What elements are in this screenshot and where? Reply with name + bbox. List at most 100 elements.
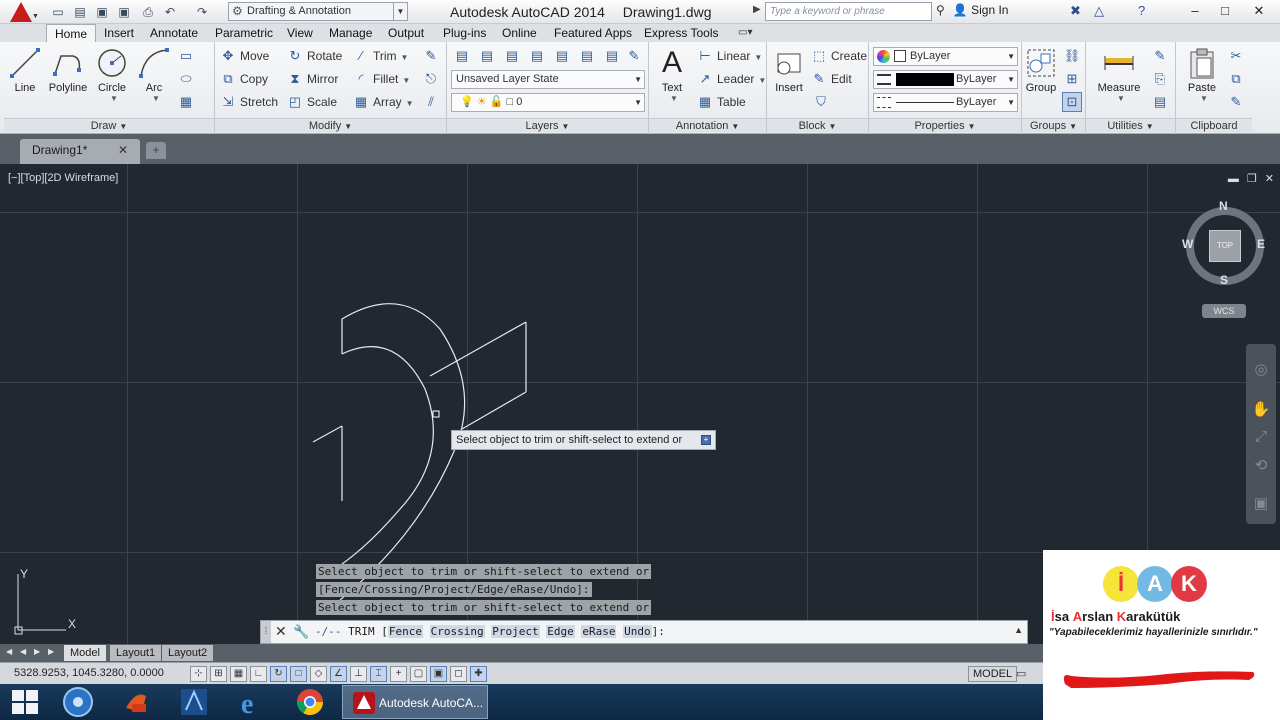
layers-panel-title[interactable]: Layers ▼ [447,118,648,132]
snap-mode-icon[interactable]: ⊞ [210,666,227,682]
select-all-icon[interactable]: ⎘ [1150,69,1170,89]
annotation-monitor-icon[interactable]: ✚ [470,666,487,682]
layer-walk-icon[interactable]: ✎ [624,46,644,66]
linear-dimension-button[interactable]: ⊢ Linear ▼ [697,47,762,65]
line-button[interactable]: Line [8,46,42,94]
circle-button[interactable]: Circle ▼ [94,46,130,103]
tab-plug-ins[interactable]: Plug-ins [443,24,486,42]
option-crossing[interactable]: Crossing [429,625,485,638]
drag-grip-icon[interactable]: ⁞ [261,621,271,643]
annotation-panel-title[interactable]: Annotation ▼ [649,118,766,132]
compass-west[interactable]: W [1182,237,1193,251]
layer-freeze-icon[interactable]: ▤ [527,46,547,66]
groups-panel-title[interactable]: Groups ▼ [1022,118,1085,132]
close-button[interactable]: ✕ [1244,0,1274,22]
option-undo[interactable]: Undo [623,625,652,638]
tab-parametric[interactable]: Parametric [215,24,273,42]
grid-display-icon[interactable]: ▦ [230,666,247,682]
text-button[interactable]: A Text ▼ [655,46,689,103]
lineweight-dropdown[interactable]: ByLayer ▼ [873,70,1018,89]
help-icon[interactable]: ? [1138,3,1145,18]
paste-button[interactable]: Paste ▼ [1182,46,1222,103]
coordinates-display[interactable]: 5328.9253, 1045.3280, 0.0000 [14,667,164,679]
scale-button[interactable]: ◰ Scale [287,93,337,111]
tab-featured-apps[interactable]: Featured Apps [554,24,632,42]
maximize-button[interactable]: □ [1210,0,1240,22]
draw-panel-title[interactable]: Draw ▼ [4,118,214,132]
next-layout-icon[interactable]: ▶ [34,647,40,656]
lineweight-toggle-icon[interactable]: + [390,666,407,682]
linetype-dropdown[interactable]: ByLayer ▼ [873,93,1018,112]
measure-button[interactable]: Measure ▼ [1092,46,1146,103]
group-selection-icon[interactable]: ⊡ [1062,92,1082,112]
transparency-icon[interactable]: ▢ [410,666,427,682]
explode-icon[interactable]: ⎋ [421,69,441,89]
move-button[interactable]: ✥ Move [220,47,270,65]
option-fence[interactable]: Fence [387,625,423,638]
option-erase[interactable]: eRase [581,625,617,638]
compass-south[interactable]: S [1220,273,1228,287]
new-file-icon[interactable]: ▭ [50,4,66,20]
layer-properties-icon[interactable]: ▤ [452,46,472,66]
wcs-menu-button[interactable]: WCS [1202,304,1246,318]
dynamic-input-icon[interactable]: ⌶ [370,666,387,682]
3d-object-snap-icon[interactable]: ◇ [310,666,327,682]
layer-isolate-icon[interactable]: ▤ [502,46,522,66]
quick-select-icon[interactable]: ✎ [1150,46,1170,66]
copy-button[interactable]: ⧉ Copy [220,70,268,88]
ungroup-icon[interactable]: ⛓ [1062,46,1082,66]
redo-icon[interactable]: ↷ [194,4,210,20]
drawing-tab[interactable]: Drawing1* ✕ [20,139,140,164]
undo-icon[interactable]: ↶ [162,4,178,20]
plus-icon[interactable]: + [701,435,711,445]
close-icon[interactable]: ✕ [118,139,128,161]
viewcube-top-face[interactable]: TOP [1209,230,1241,262]
stretch-button[interactable]: ⇲ Stretch [220,93,278,111]
cut-icon[interactable]: ✂ [1226,46,1246,66]
taskbar-ccleaner-icon[interactable] [110,686,162,718]
utilities-panel-title[interactable]: Utilities ▼ [1086,118,1175,132]
tab-online[interactable]: Online [502,24,537,42]
tab-manage[interactable]: Manage [329,24,372,42]
windows-start-button[interactable] [12,690,38,714]
layer-off-icon[interactable]: ▤ [477,46,497,66]
viewcube[interactable]: TOP N S E W [1182,197,1268,287]
last-layout-icon[interactable]: ▶ [48,647,54,656]
taskbar-chrome-icon[interactable] [284,686,336,718]
match-properties-icon[interactable]: ✎ [1226,92,1246,112]
fillet-button[interactable]: ◜ Fillet ▼ [353,70,410,88]
allow-ucs-icon[interactable]: ⊥ [350,666,367,682]
erase-icon[interactable]: ✎ [421,46,441,66]
taskbar-media-player-icon[interactable] [52,686,104,718]
workspace-dropdown[interactable]: ⚙ Drafting & Annotation ▼ [228,2,408,21]
group-button[interactable]: Group [1024,46,1058,94]
offset-icon[interactable]: ⫽ [421,92,441,112]
taskbar-internet-explorer-icon[interactable]: e [226,686,278,720]
save-icon[interactable]: ▣ [94,4,110,20]
previous-layout-icon[interactable]: ◀ [20,647,26,656]
tab-output[interactable]: Output [388,24,424,42]
clipboard-panel-title[interactable]: Clipboard [1176,118,1252,132]
table-button[interactable]: ▦ Table [697,93,746,111]
color-dropdown[interactable]: ByLayer ▼ [873,47,1018,66]
taskbar-3dsmax-icon[interactable] [168,686,220,718]
compass-east[interactable]: E [1257,237,1265,251]
search-input[interactable]: Type a keyword or phrase [765,2,932,21]
hatch-icon[interactable]: ▦ [176,92,196,112]
save-as-icon[interactable]: ▣ [116,4,132,20]
layer-state-dropdown[interactable]: Unsaved Layer State ▼ [451,70,645,89]
exchange-icon[interactable]: ✖ [1070,3,1081,19]
application-menu-button[interactable]: ▼ [4,2,39,24]
ellipse-icon[interactable]: ⬭ [176,69,196,89]
taskbar-autocad-button[interactable]: Autodesk AutoCA... [342,685,488,719]
properties-panel-title[interactable]: Properties ▼ [869,118,1021,132]
tab-model[interactable]: Model [64,645,106,661]
calculator-icon[interactable]: ▤ [1150,92,1170,112]
option-edge[interactable]: Edge [546,625,575,638]
tab-home[interactable]: Home [46,24,97,43]
tab-view[interactable]: View [287,24,313,42]
current-layer-dropdown[interactable]: 💡 ☀ 🔓 □ 0 ▼ [451,93,645,112]
leader-button[interactable]: ↗ Leader ▼ [697,70,767,88]
expand-arrow-icon[interactable]: ▶ [753,4,761,15]
tab-annotate[interactable]: Annotate [150,24,198,42]
